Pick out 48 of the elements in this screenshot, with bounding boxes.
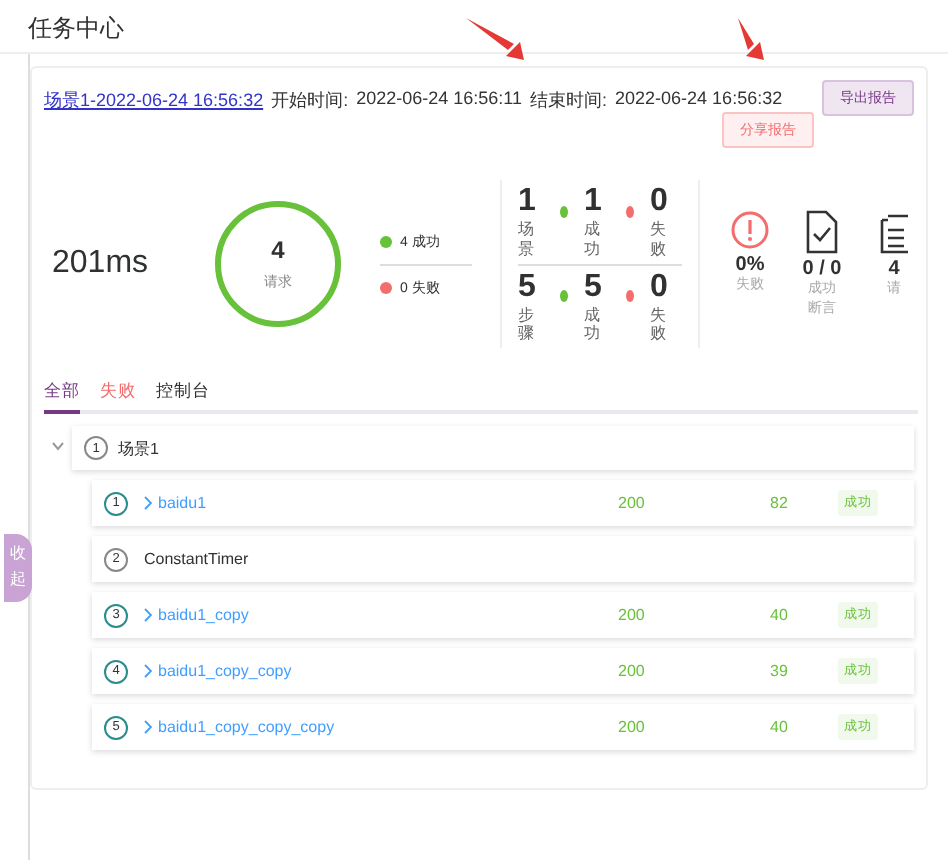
response-time: 39 [770, 662, 790, 680]
start-time-label: 开始时间: [271, 87, 349, 113]
caret-icon[interactable] [52, 440, 64, 452]
response-time: 82 [770, 494, 790, 512]
status-code: 200 [618, 606, 647, 624]
metric-value: 0% [735, 254, 765, 277]
report-link[interactable]: 场景1-2022-06-24 16:56:32 [44, 87, 264, 113]
chevron-icon [144, 720, 152, 734]
chevron-icon [144, 664, 152, 678]
stat-value: 0 [650, 184, 670, 221]
stat-value: 5 [584, 269, 604, 305]
chevron-icon [144, 608, 152, 622]
end-time-label: 结束时间: [530, 87, 608, 113]
step-name: baidu1_copy_copy_copy [158, 718, 337, 736]
status-code: 200 [618, 494, 647, 512]
stat-value: 5 [518, 269, 538, 305]
metric-value: 4 [888, 258, 900, 281]
document-check-icon [804, 210, 840, 255]
arrow-drawing [736, 16, 764, 60]
stat-label: 成功 [584, 305, 600, 344]
response-time: 40 [770, 718, 790, 736]
end-time: 2022-06-24 16:56:32 [615, 87, 783, 111]
stat-value: 1 [518, 184, 538, 221]
scenario-name: 场景1 [118, 437, 159, 459]
stat-label: 场景 [518, 220, 534, 259]
stat-label: 成功 [584, 220, 600, 259]
status-code: 200 [618, 718, 647, 736]
tab[interactable]: 全部 [44, 376, 80, 414]
step-name: baidu1_copy_copy [158, 662, 294, 680]
response-time: 40 [770, 606, 790, 624]
stat-label: 失败 [650, 305, 666, 344]
step-name: baidu1_copy [158, 606, 251, 624]
request-count: 4 [271, 236, 285, 264]
metric-value: 0 / 0 [802, 258, 842, 281]
stat-value: 0 [650, 269, 670, 305]
step-name: ConstantTimer [144, 550, 251, 568]
chevron-icon [144, 496, 152, 510]
status-code: 200 [618, 662, 647, 680]
start-time: 2022-06-24 16:56:11 [356, 87, 522, 111]
arrow-drawing [464, 16, 524, 60]
stat-value: 1 [584, 184, 604, 221]
stat-label: 失败 [650, 220, 666, 259]
step-name: baidu1 [158, 494, 209, 512]
alert-icon [730, 210, 770, 251]
stat-label: 步骤 [518, 305, 534, 344]
clipboard-icon [880, 210, 908, 255]
tab[interactable]: 控制台 [156, 376, 210, 414]
average-time: 201ms [50, 246, 151, 282]
